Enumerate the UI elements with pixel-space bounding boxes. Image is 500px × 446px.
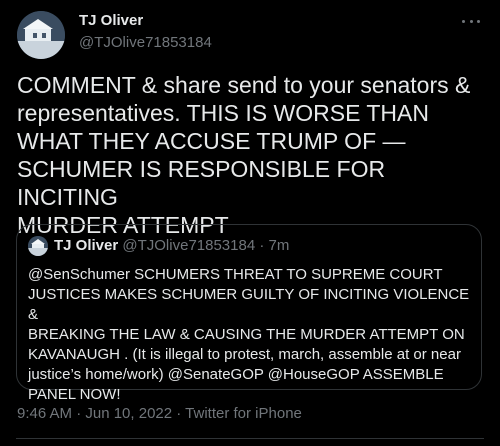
author-handle[interactable]: @TJOlive71853184 bbox=[79, 34, 212, 51]
tweet-meta: 9:46 AM · Jun 10, 2022 · Twitter for iPh… bbox=[17, 405, 302, 422]
quoted-tweet-text: @SenSchumer SCHUMERS THREAT TO SUPREME C… bbox=[28, 266, 470, 403]
tweet-text: COMMENT & share send to your senators & … bbox=[17, 72, 471, 238]
quoted-author-handle: @TJOlive71853184 bbox=[122, 237, 256, 254]
quoted-author-name: TJ Oliver bbox=[54, 237, 119, 254]
quoted-timestamp: 7m bbox=[268, 237, 290, 254]
author-name[interactable]: TJ Oliver bbox=[79, 12, 143, 29]
more-options-icon[interactable] bbox=[462, 14, 480, 28]
quoted-tweet-header: TJ Oliver @TJOlive71853184 · 7m bbox=[54, 237, 289, 254]
quoted-tweet-card[interactable]: TJ Oliver @TJOlive71853184 · 7m @SenSchu… bbox=[16, 224, 482, 403]
author-avatar[interactable] bbox=[17, 11, 65, 59]
quoted-author-avatar bbox=[28, 236, 48, 256]
quoted-separator: · bbox=[259, 237, 265, 254]
divider bbox=[16, 438, 484, 439]
